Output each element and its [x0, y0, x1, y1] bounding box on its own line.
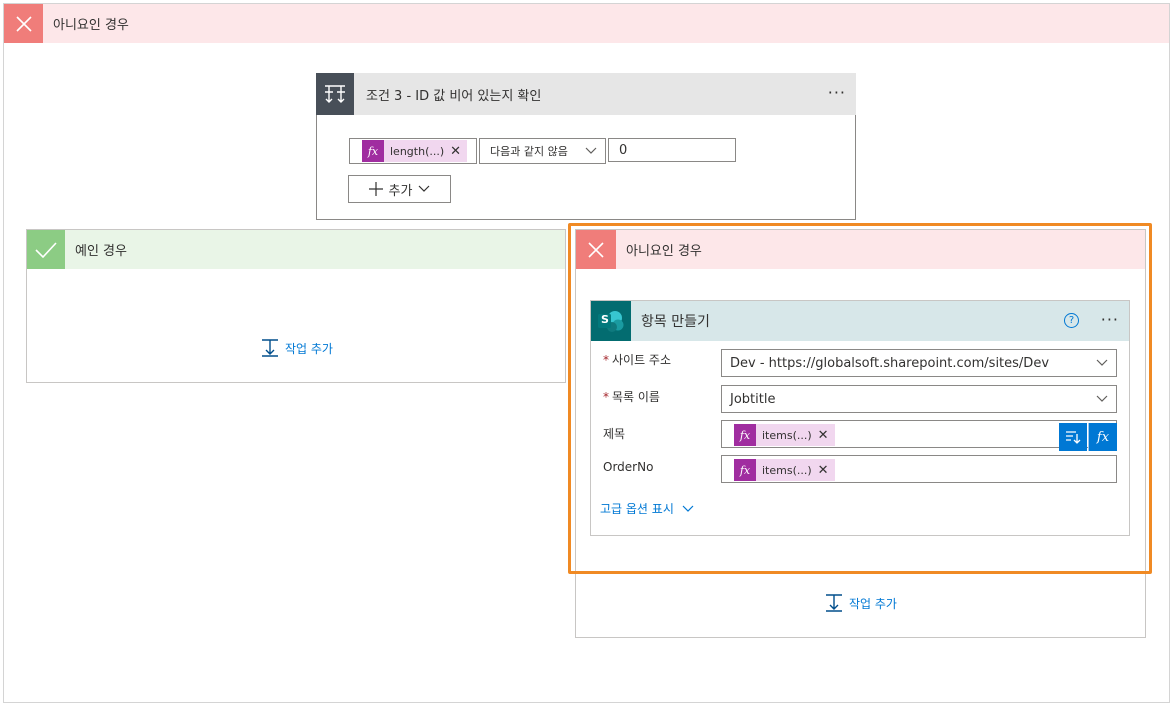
no-add-action-label: 작업 추가 — [849, 596, 897, 611]
outer-no-header[interactable]: 아니요인 경우 — [4, 4, 1169, 43]
selection-highlight — [568, 223, 1152, 574]
yes-title: 예인 경우 — [75, 244, 127, 259]
close-icon — [4, 4, 43, 43]
expression-token[interactable]: fx length(...) ✕ — [362, 140, 468, 162]
check-icon — [27, 230, 65, 269]
plus-icon — [368, 182, 383, 196]
outer-no-title: 아니요인 경우 — [53, 18, 129, 33]
no-add-action-button[interactable]: 작업 추가 — [825, 594, 897, 612]
operator-select[interactable]: 다음과 같지 않음 — [479, 138, 606, 164]
condition-icon — [316, 73, 354, 115]
condition-left-operand[interactable]: fx length(...) ✕ — [349, 138, 477, 164]
condition-header[interactable]: 조건 3 - ID 값 비어 있는지 확인 ··· — [316, 73, 856, 115]
condition-value: 0 — [619, 142, 628, 158]
yes-add-action-button[interactable]: 작업 추가 — [261, 339, 333, 357]
yes-header[interactable]: 예인 경우 — [27, 230, 565, 269]
more-options-icon[interactable]: ··· — [828, 83, 846, 102]
add-condition-button[interactable]: 추가 — [348, 175, 451, 203]
token-label: length(...) — [390, 144, 445, 158]
chevron-down-icon — [585, 147, 597, 154]
add-action-icon — [262, 339, 278, 357]
yes-add-action-label: 작업 추가 — [285, 341, 333, 356]
add-label: 추가 — [388, 183, 413, 199]
chevron-down-icon — [419, 185, 430, 192]
operator-value: 다음과 같지 않음 — [490, 145, 568, 158]
condition-value-input[interactable]: 0 — [608, 138, 736, 162]
condition-title: 조건 3 - ID 값 비어 있는지 확인 — [366, 88, 542, 104]
fx-icon: fx — [362, 140, 384, 162]
remove-token-icon[interactable]: ✕ — [450, 144, 467, 159]
add-action-icon — [826, 594, 842, 612]
